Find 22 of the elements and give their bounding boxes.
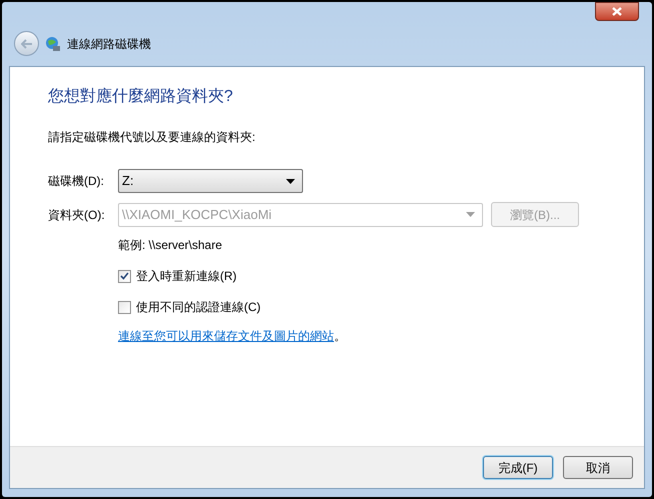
network-drive-icon	[45, 36, 61, 52]
dropdown-arrow-icon	[466, 212, 475, 217]
link-suffix: 。	[334, 329, 346, 343]
checkbox[interactable]	[118, 300, 131, 314]
dialog-button[interactable]: 取消	[563, 456, 633, 479]
back-arrow-icon	[20, 38, 32, 48]
combo-box[interactable]: Z:	[118, 169, 303, 193]
checkmark-icon	[120, 272, 129, 280]
close-icon	[612, 7, 622, 16]
dialog-heading: 您想對應什麼網路資料夾?	[48, 86, 234, 107]
instruction-text: 請指定磁碟機代號以及要連線的資料夾:	[48, 129, 256, 146]
checkbox[interactable]	[118, 270, 131, 282]
field-label: 磁碟機(D):	[48, 173, 105, 190]
window-title: 連線網路磁碟機	[67, 36, 151, 52]
close-button[interactable]	[595, 2, 639, 21]
field-label: 資料夾(O):	[48, 206, 106, 224]
example-text: 範例: \\server\share	[118, 237, 224, 254]
dialog-button[interactable]: 完成(F)	[483, 456, 553, 479]
website-link[interactable]: 連線至您可以用來儲存文件及圖片的網站	[118, 329, 334, 343]
dropdown-arrow-icon	[286, 178, 295, 184]
checkbox-label: 登入時重新連線(R)	[136, 268, 237, 285]
checkbox-label: 使用不同的認證連線(C)	[136, 299, 261, 316]
